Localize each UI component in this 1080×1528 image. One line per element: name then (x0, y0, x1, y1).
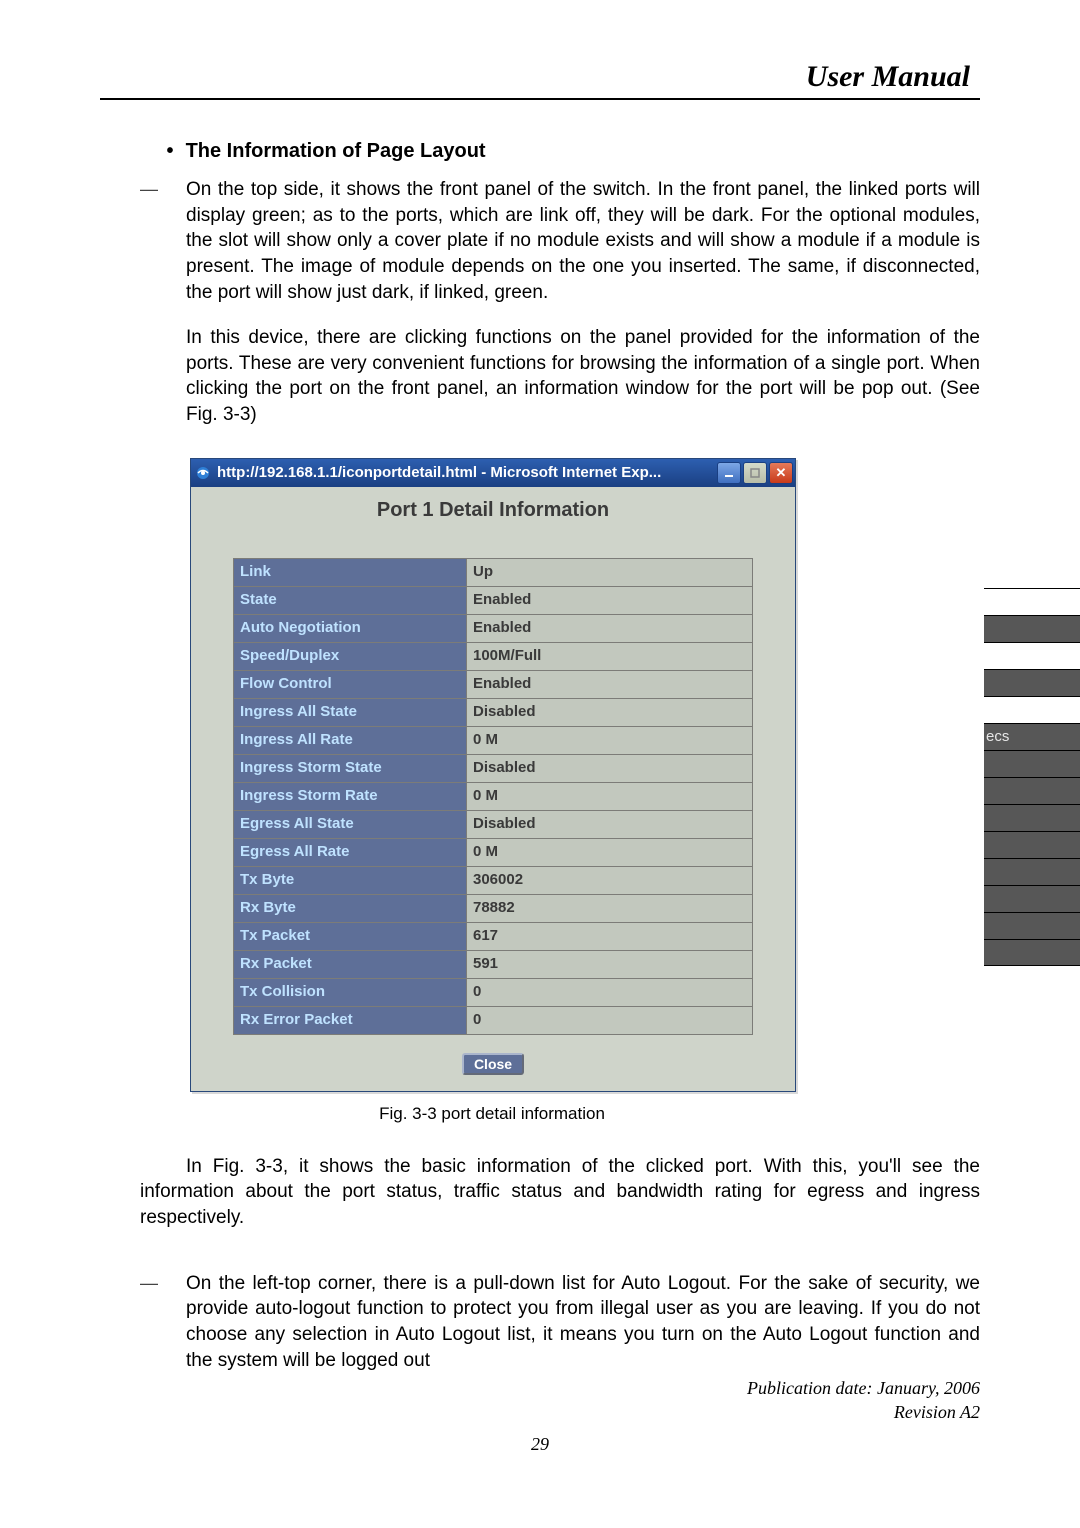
row-label: Tx Collision (234, 978, 467, 1006)
row-label: Rx Packet (234, 950, 467, 978)
row-label: Ingress All State (234, 698, 467, 726)
row-label: Link (234, 558, 467, 586)
row-label: Tx Packet (234, 922, 467, 950)
table-row: Ingress All StateDisabled (234, 698, 753, 726)
section-heading: • The Information of Page Layout (160, 140, 980, 163)
table-row: Rx Byte78882 (234, 894, 753, 922)
row-value: 100M/Full (467, 642, 753, 670)
figure-3-3: http://192.168.1.1/iconportdetail.html -… (190, 458, 980, 1124)
table-row: StateEnabled (234, 586, 753, 614)
figure-caption: Fig. 3-3 port detail information (190, 1104, 794, 1124)
row-value: 0 M (467, 726, 753, 754)
publication-date: Publication date: January, 2006 (100, 1377, 980, 1400)
row-value: Up (467, 558, 753, 586)
row-value: 0 (467, 978, 753, 1006)
revision: Revision A2 (100, 1401, 980, 1424)
publication-footer: Publication date: January, 2006 Revision… (100, 1377, 980, 1424)
table-row: Tx Byte306002 (234, 866, 753, 894)
row-value: Enabled (467, 586, 753, 614)
table-row: Tx Packet617 (234, 922, 753, 950)
background-table-fragment: ecs (984, 588, 1080, 966)
manual-page: User Manual • The Information of Page La… (0, 0, 1080, 1515)
paragraph-2: In this device, there are clicking funct… (186, 325, 980, 428)
port-info-table: LinkUp StateEnabled Auto NegotiationEnab… (233, 558, 753, 1035)
row-value: Disabled (467, 754, 753, 782)
row-value: Enabled (467, 670, 753, 698)
table-row: Rx Packet591 (234, 950, 753, 978)
table-row: Ingress Storm StateDisabled (234, 754, 753, 782)
table-row: Rx Error Packet0 (234, 1006, 753, 1034)
row-label: Egress All Rate (234, 838, 467, 866)
table-row: Auto NegotiationEnabled (234, 614, 753, 642)
window-close-button[interactable]: ✕ (769, 462, 793, 484)
table-row: Flow ControlEnabled (234, 670, 753, 698)
row-label: Ingress All Rate (234, 726, 467, 754)
dash-icon: — (140, 1271, 186, 1294)
row-label: Auto Negotiation (234, 614, 467, 642)
ghost-ecs-label: ecs (984, 723, 1080, 750)
paragraph-1: On the top side, it shows the front pane… (186, 177, 980, 305)
row-label: Ingress Storm State (234, 754, 467, 782)
row-label: Flow Control (234, 670, 467, 698)
page-number: 29 (100, 1434, 980, 1455)
table-row: LinkUp (234, 558, 753, 586)
maximize-button[interactable] (743, 462, 767, 484)
table-row: Ingress Storm Rate0 M (234, 782, 753, 810)
port-info-heading: Port 1 Detail Information (213, 499, 773, 522)
row-value: 78882 (467, 894, 753, 922)
paragraph-3: In Fig. 3-3, it shows the basic informat… (140, 1154, 980, 1231)
window-body: Port 1 Detail Information LinkUp StateEn… (191, 487, 795, 1091)
row-value: Disabled (467, 698, 753, 726)
row-value: Enabled (467, 614, 753, 642)
table-row: Egress All Rate0 M (234, 838, 753, 866)
paragraph-4: On the left-top corner, there is a pull-… (186, 1271, 980, 1374)
row-label: Ingress Storm Rate (234, 782, 467, 810)
row-label: Tx Byte (234, 866, 467, 894)
row-value: 0 M (467, 782, 753, 810)
table-row: Egress All StateDisabled (234, 810, 753, 838)
window-title-text: http://192.168.1.1/iconportdetail.html -… (217, 464, 715, 481)
page-title: User Manual (100, 60, 970, 94)
row-label: Egress All State (234, 810, 467, 838)
dash-icon: — (140, 177, 186, 200)
section-heading-text: The Information of Page Layout (186, 140, 486, 162)
row-value: 617 (467, 922, 753, 950)
browser-window: http://192.168.1.1/iconportdetail.html -… (190, 458, 796, 1092)
row-value: 0 M (467, 838, 753, 866)
window-titlebar: http://192.168.1.1/iconportdetail.html -… (191, 459, 795, 487)
bullet-item-1: — On the top side, it shows the front pa… (140, 177, 980, 305)
row-label: Speed/Duplex (234, 642, 467, 670)
table-row: Speed/Duplex100M/Full (234, 642, 753, 670)
row-value: 0 (467, 1006, 753, 1034)
row-value: 306002 (467, 866, 753, 894)
table-row: Tx Collision0 (234, 978, 753, 1006)
minimize-button[interactable] (717, 462, 741, 484)
ie-icon (195, 465, 211, 481)
row-label: State (234, 586, 467, 614)
row-value: 591 (467, 950, 753, 978)
bullet-icon: • (160, 140, 180, 163)
close-button[interactable]: Close (462, 1053, 524, 1075)
header-rule (100, 98, 980, 100)
row-label: Rx Error Packet (234, 1006, 467, 1034)
row-label: Rx Byte (234, 894, 467, 922)
table-row: Ingress All Rate0 M (234, 726, 753, 754)
row-value: Disabled (467, 810, 753, 838)
bullet-item-2: — On the left-top corner, there is a pul… (140, 1271, 980, 1374)
paragraph-3-text: In Fig. 3-3, it shows the basic informat… (140, 1156, 980, 1228)
